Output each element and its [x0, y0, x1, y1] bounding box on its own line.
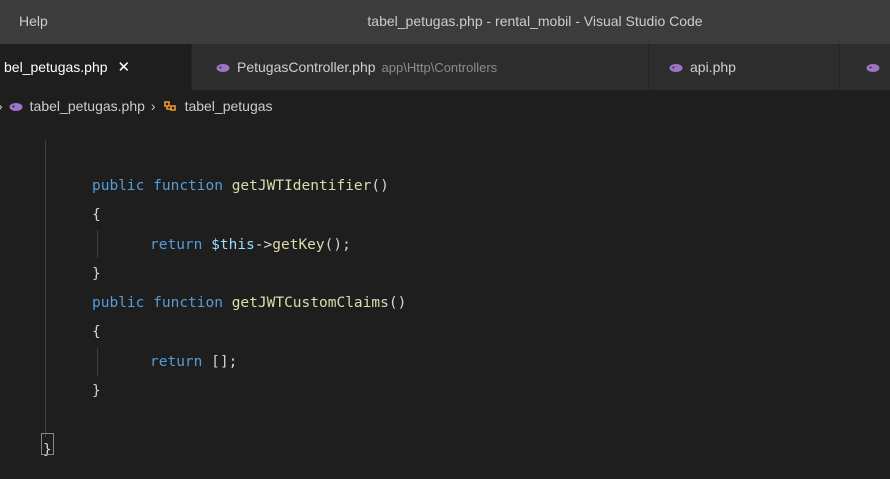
class-symbol-icon — [162, 98, 178, 114]
indent-guide — [97, 348, 98, 376]
code-line-4: } — [92, 266, 101, 282]
tab-tabel-petugas[interactable]: bel_petugas.php ✕ — [0, 44, 191, 90]
chevron-right-icon: › — [0, 98, 3, 114]
php-elephant-icon — [216, 63, 230, 72]
breadcrumb-file[interactable]: tabel_petugas.php — [30, 98, 145, 114]
chevron-right-icon: › — [150, 98, 156, 114]
tab-petugas-controller[interactable]: PetugasController.php app\Http\Controlle… — [192, 44, 648, 90]
tab-api[interactable]: api.php — [649, 44, 839, 90]
code-line-3: return $this->getKey(); — [150, 237, 351, 253]
tab-label: PetugasController.php — [237, 59, 376, 75]
window-title: tabel_petugas.php - rental_mobil - Visua… — [367, 13, 703, 29]
breadcrumb-symbol[interactable]: tabel_petugas — [185, 98, 273, 114]
title-bar: Help tabel_petugas.php - rental_mobil - … — [0, 0, 890, 44]
code-line-8: } — [92, 383, 101, 399]
php-elephant-icon — [669, 63, 683, 72]
breadcrumb: › tabel_petugas.php › tabel_petugas — [0, 90, 890, 122]
menu-help[interactable]: Help — [19, 13, 48, 29]
indent-guide — [97, 230, 98, 258]
bracket-match-highlight — [41, 433, 54, 455]
code-line-1: public function getJWTIdentifier() — [92, 178, 389, 194]
editor-tab-bar: bel_petugas.php ✕ PetugasController.php … — [0, 44, 890, 90]
code-line-2: { — [92, 207, 101, 223]
indent-guide — [45, 140, 46, 437]
close-icon[interactable]: ✕ — [118, 58, 131, 76]
php-elephant-icon — [866, 63, 880, 72]
tab-label: api.php — [690, 59, 736, 75]
code-line-7: return []; — [150, 354, 238, 370]
code-line-5: public function getJWTCustomClaims() — [92, 295, 407, 311]
code-line-6: { — [92, 324, 101, 340]
tab-next[interactable] — [840, 44, 890, 90]
tab-label: bel_petugas.php — [4, 59, 108, 75]
php-elephant-icon — [9, 102, 23, 111]
tab-description: app\Http\Controllers — [381, 59, 498, 75]
